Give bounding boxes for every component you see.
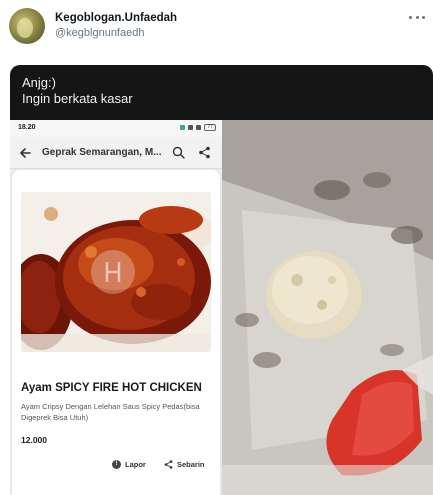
share-button[interactable]: Sebarin <box>164 455 205 473</box>
avatar[interactable] <box>9 8 45 44</box>
signal-icon <box>180 125 186 130</box>
product-image[interactable] <box>21 192 211 352</box>
app-bar: Geprak Semarangan, M... <box>10 137 222 169</box>
display-name[interactable]: Kegoblogan.Unfaedah <box>55 12 177 24</box>
battery-indicator: 77 <box>204 124 216 131</box>
caption-line-1: Anjg:) <box>22 75 56 90</box>
app-screenshot: 18.20 77 Geprak Semarangan, M... Ayam SP… <box>10 120 222 495</box>
report-button[interactable]: ! Lapor <box>112 455 146 473</box>
status-icons: 77 <box>180 124 216 131</box>
wifi-icon <box>188 125 194 130</box>
food-photo[interactable] <box>222 120 433 495</box>
handle[interactable]: @kegblgnunfaedh <box>55 27 144 39</box>
status-bar: 18.20 77 <box>10 120 222 137</box>
tweet-media[interactable]: Anjg:) Ingin berkata kasar 18.20 77 Gepr… <box>10 65 433 495</box>
share-label: Sebarin <box>177 459 205 469</box>
tweet-header: Kegoblogan.Unfaedah @kegblgnunfaedh <box>0 0 433 60</box>
share-icon[interactable] <box>198 146 211 159</box>
product-price: 12.000 <box>21 435 47 445</box>
back-icon[interactable] <box>18 146 32 160</box>
product-description: Ayam Cripsy Dengan Lelehan Saus Spicy Pe… <box>21 402 200 422</box>
info-icon: ! <box>112 459 121 469</box>
store-title: Geprak Semarangan, M... <box>42 147 162 158</box>
media-caption: Anjg:) Ingin berkata kasar <box>22 75 133 107</box>
report-label: Lapor <box>125 459 146 469</box>
product-card: Ayam SPICY FIRE HOT CHICKEN Ayam Cripsy … <box>12 170 220 495</box>
share-small-icon <box>164 459 173 469</box>
caption-line-2: Ingin berkata kasar <box>22 91 133 106</box>
search-icon[interactable] <box>172 146 185 159</box>
status-time: 18.20 <box>18 124 36 131</box>
product-name: Ayam SPICY FIRE HOT CHICKEN <box>21 382 202 394</box>
more-icon[interactable] <box>409 14 425 20</box>
alarm-icon <box>196 125 202 130</box>
